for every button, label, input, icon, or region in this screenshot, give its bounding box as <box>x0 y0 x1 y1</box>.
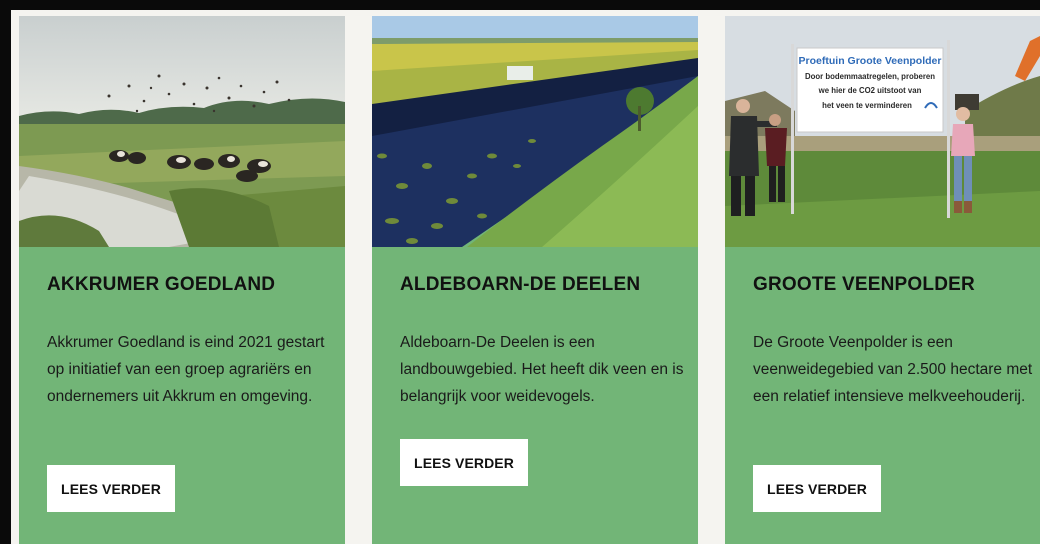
sign-line: het veen te verminderen <box>822 101 912 110</box>
lees-verder-button[interactable]: LEES VERDER <box>400 439 528 486</box>
project-photo: Proeftuin Groote Veenpolder Door bodemma… <box>725 16 1040 247</box>
lees-verder-button[interactable]: LEES VERDER <box>47 465 175 512</box>
project-card-aldeboarn-de-deelen[interactable]: ALDEBOARN-DE DEELEN Aldeboarn-De Deelen … <box>372 16 698 544</box>
project-cards: AKKRUMER GOEDLAND Akkrumer Goedland is e… <box>19 16 1040 544</box>
sign-title: Proeftuin Groote Veenpolder <box>799 55 942 67</box>
project-card-akkrumer-goedland[interactable]: AKKRUMER GOEDLAND Akkrumer Goedland is e… <box>19 16 345 544</box>
card-description: Aldeboarn-De Deelen is een landbouwgebie… <box>400 334 684 405</box>
card-description: Akkrumer Goedland is eind 2021 gestart o… <box>47 334 325 405</box>
lees-verder-button[interactable]: LEES VERDER <box>753 465 881 512</box>
card-title: AKKRUMER GOEDLAND <box>47 274 276 295</box>
project-photo <box>372 16 698 247</box>
card-title: ALDEBOARN-DE DEELEN <box>400 274 641 295</box>
project-card-groote-veenpolder[interactable]: Proeftuin Groote Veenpolder Door bodemma… <box>725 16 1040 544</box>
card-title: GROOTE VEENPOLDER <box>753 274 975 295</box>
project-photo <box>19 16 345 247</box>
sign-line: Door bodemmaatregelen, proberen <box>805 72 935 81</box>
sign-line: we hier de CO2 uitstoot van <box>818 86 922 95</box>
card-description: De Groote Veenpolder is een veenweidegeb… <box>753 334 1033 405</box>
